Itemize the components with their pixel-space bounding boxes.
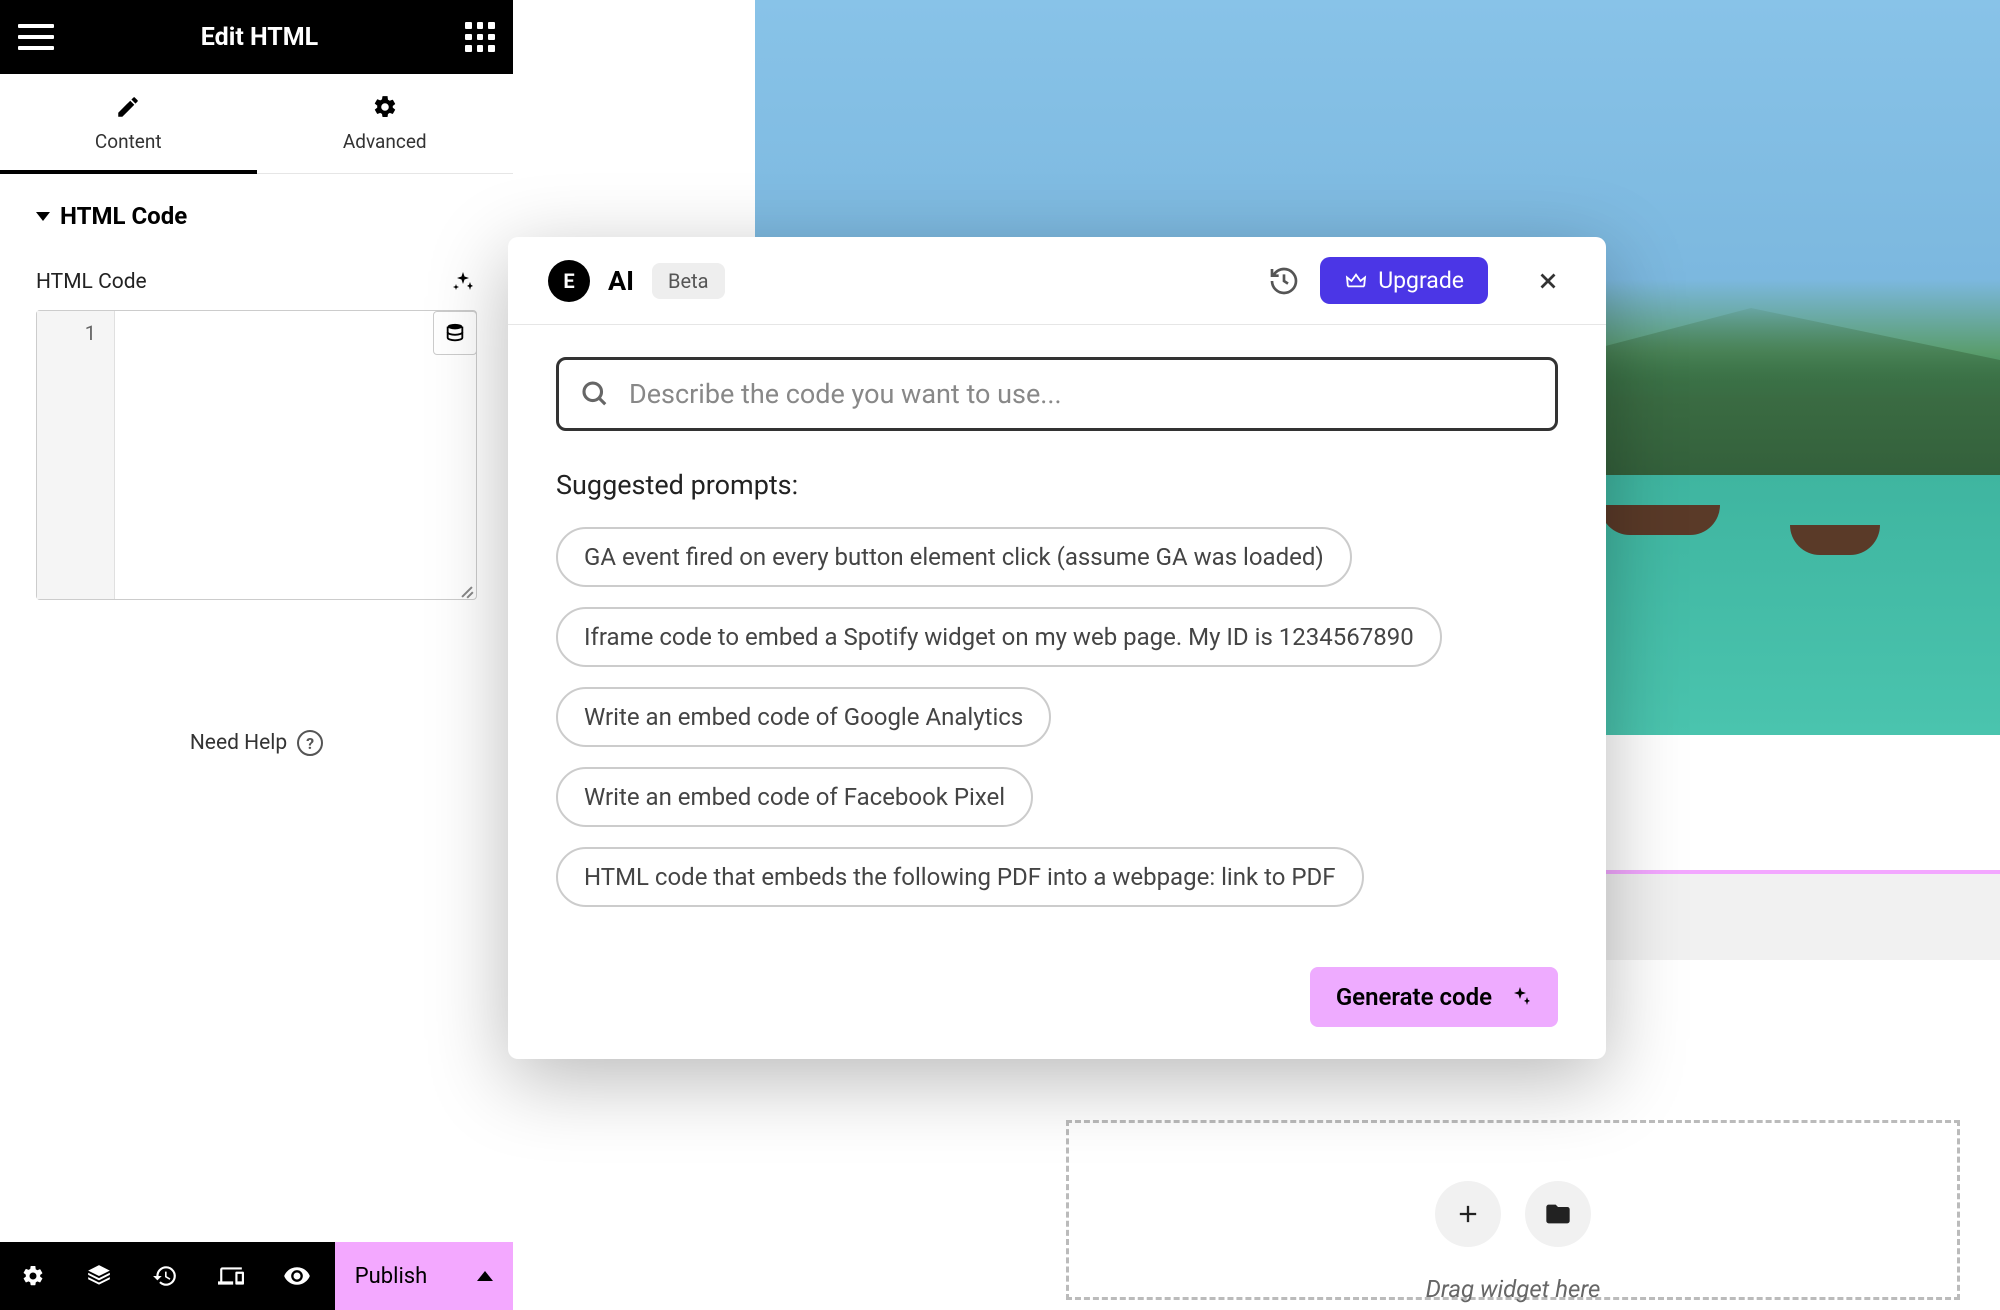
history-icon[interactable] [132,1242,198,1310]
chevron-up-icon [477,1271,493,1281]
section-body: HTML Code HTML Code 1 Need Help ? [0,174,513,784]
dynamic-data-icon[interactable] [433,311,477,355]
pencil-icon [115,94,141,120]
modal-header: E AI Beta Upgrade [508,237,1606,325]
section-header[interactable]: HTML Code [36,202,477,230]
generate-code-label: Generate code [1336,983,1492,1011]
section-title: HTML Code [60,202,187,230]
prompt-chip[interactable]: HTML code that embeds the following PDF … [556,847,1364,907]
sidebar-header: Edit HTML [0,0,513,74]
generate-code-button[interactable]: Generate code [1310,967,1558,1027]
crown-icon [1344,272,1368,290]
upgrade-label: Upgrade [1378,267,1464,294]
modal-body: Suggested prompts: GA event fired on eve… [508,325,1606,1059]
upgrade-button[interactable]: Upgrade [1320,257,1488,304]
responsive-icon[interactable] [198,1242,264,1310]
drop-zone-label: Drag widget here [1426,1275,1601,1303]
publish-label: Publish [355,1264,428,1289]
settings-icon[interactable] [0,1242,66,1310]
sidebar-tabs: Content Advanced [0,74,513,174]
tab-advanced[interactable]: Advanced [257,74,514,173]
prompt-chip[interactable]: Write an embed code of Google Analytics [556,687,1051,747]
prompt-chip[interactable]: GA event fired on every button element c… [556,527,1352,587]
add-widget-button[interactable] [1435,1181,1501,1247]
tab-content-label: Content [95,130,162,153]
code-gutter: 1 [37,311,115,599]
hamburger-icon[interactable] [18,19,54,55]
prompt-input-row [556,357,1558,431]
drop-zone-controls [1435,1181,1591,1247]
gear-icon [372,94,398,120]
prompt-chip[interactable]: Write an embed code of Facebook Pixel [556,767,1033,827]
elementor-logo-icon: E [548,260,590,302]
field-label: HTML Code [36,270,147,294]
editor-sidebar: Edit HTML Content Advanced HTML Code HTM… [0,0,513,1310]
tab-content[interactable]: Content [0,74,257,173]
apps-grid-icon[interactable] [465,22,495,52]
need-help-link[interactable]: Need Help ? [36,730,477,756]
tab-advanced-label: Advanced [343,130,427,153]
ai-modal: E AI Beta Upgrade Suggested prompts: GA … [508,237,1606,1059]
drop-zone[interactable]: Drag widget here [1066,1120,1960,1300]
resize-handle-icon[interactable] [458,581,474,597]
prompt-input[interactable] [629,378,1535,410]
need-help-label: Need Help [190,731,287,755]
beta-badge: Beta [652,263,725,299]
suggested-prompts-list: GA event fired on every button element c… [556,527,1558,907]
search-icon [579,378,611,410]
prompt-chip[interactable]: Iframe code to embed a Spotify widget on… [556,607,1442,667]
html-code-editor[interactable]: 1 [36,310,477,600]
modal-history-icon[interactable] [1266,263,1302,299]
sidebar-title: Edit HTML [201,23,318,52]
suggested-prompts-title: Suggested prompts: [556,469,1558,501]
ai-label: AI [608,265,634,297]
layers-icon[interactable] [66,1242,132,1310]
code-area[interactable] [115,311,476,599]
folder-button[interactable] [1525,1181,1591,1247]
line-number: 1 [37,321,114,345]
field-row: HTML Code [36,268,477,296]
preview-icon[interactable] [264,1242,330,1310]
ai-sparkle-icon[interactable] [449,268,477,296]
caret-down-icon [36,212,50,221]
publish-button[interactable]: Publish [335,1242,513,1310]
bottom-bar: Publish [0,1242,513,1310]
close-icon[interactable] [1530,263,1566,299]
sparkle-icon [1508,985,1532,1009]
help-icon: ? [297,730,323,756]
